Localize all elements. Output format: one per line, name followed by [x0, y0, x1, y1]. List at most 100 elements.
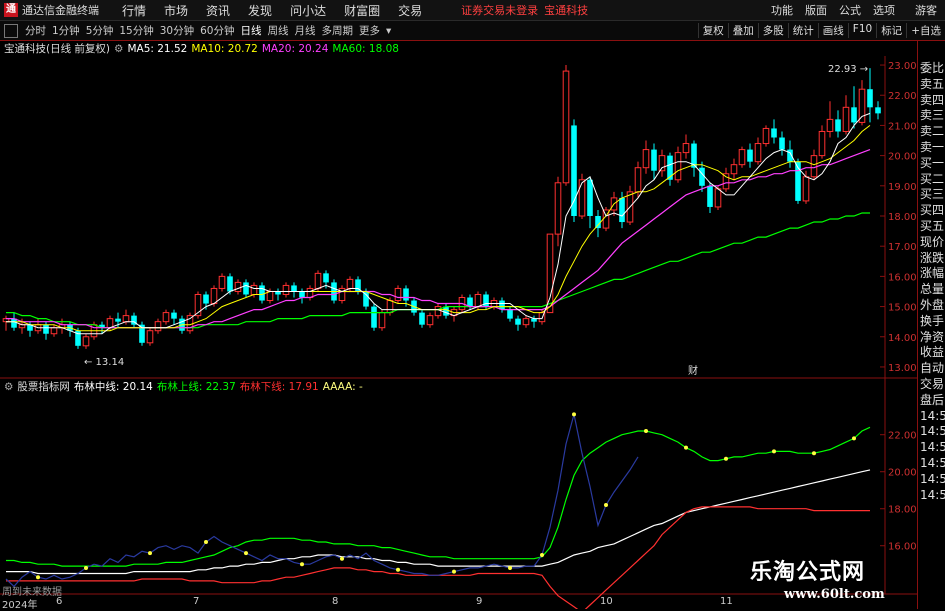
candle-body — [203, 294, 209, 304]
y-tick-label: 14.00 — [888, 333, 917, 344]
x-axis-label: 6 — [56, 596, 63, 607]
aaaa-dot — [604, 503, 608, 508]
candle-body — [554, 182, 562, 235]
panel-item[interactable]: 委比 — [918, 61, 945, 77]
panel-item[interactable]: 买二 — [918, 172, 945, 188]
panel-item[interactable]: 卖二 — [918, 124, 945, 140]
high-price-label: 22.93 → — [828, 64, 868, 75]
candle-body — [634, 167, 642, 193]
panel-item[interactable]: 买五 — [918, 219, 945, 235]
candle-body — [522, 318, 530, 326]
panel-item[interactable]: 盘后 — [918, 393, 945, 409]
panel-item[interactable]: 卖四 — [918, 93, 945, 109]
candle-body — [426, 315, 434, 326]
watermark: 乐淘公式网 www.60lt.com — [742, 552, 920, 609]
aaaa-dot — [396, 567, 400, 572]
watermark-url: www.60lt.com — [784, 587, 885, 602]
panel-item[interactable]: 14:56 — [918, 440, 945, 456]
panel-item[interactable]: 14:56 — [918, 472, 945, 488]
y-tick-label: 20.00 — [888, 468, 917, 479]
candle-body — [619, 197, 625, 223]
aaaa-dot — [772, 449, 776, 454]
panel-item[interactable]: 涨跌 — [918, 251, 945, 267]
candle-body — [106, 318, 114, 329]
panel-item[interactable]: 卖五 — [918, 77, 945, 93]
candle-body — [50, 327, 58, 335]
y-tick-label: 22.00 — [888, 431, 917, 442]
candle-body — [754, 143, 762, 163]
aaaa-dot — [340, 556, 344, 561]
chart-canvas[interactable]: 23.00 22.00 21.00 20.00 19.00 18.00 17.00 16.00… — [0, 0, 945, 609]
panel-item[interactable]: 卖一 — [918, 140, 945, 156]
panel-item[interactable]: 现价 — [918, 235, 945, 251]
panel-item[interactable]: 买四 — [918, 203, 945, 219]
candle-body — [291, 285, 297, 292]
candle-body — [227, 276, 233, 292]
candle-body — [474, 293, 482, 308]
panel-item[interactable]: 14:56 — [918, 409, 945, 425]
candle-body — [667, 155, 673, 180]
aaaa-line — [5, 414, 639, 588]
candle-body — [43, 324, 49, 334]
candle-body — [835, 119, 841, 132]
candle-body — [571, 125, 577, 216]
candle-body — [243, 282, 249, 295]
candle-body — [826, 118, 834, 132]
panel-item[interactable]: 涨幅 — [918, 266, 945, 282]
panel-item[interactable]: 净资 — [918, 330, 945, 346]
x-axis-label: 10 — [600, 596, 613, 607]
y-tick-label: 15.00 — [888, 303, 917, 314]
candle-body — [419, 312, 425, 325]
candle-body — [234, 281, 242, 292]
panel-item[interactable]: 外盘 — [918, 298, 945, 314]
y-tick-label: 18.00 — [888, 212, 917, 223]
panel-item[interactable]: 自动 — [918, 361, 945, 377]
candle-body — [595, 216, 601, 229]
candle-body — [115, 318, 121, 322]
candle-body — [738, 149, 746, 166]
candle-body — [674, 152, 682, 181]
candle-body — [371, 306, 377, 328]
aaaa-dot — [148, 551, 152, 556]
y-tick-label: 16.00 — [888, 272, 917, 283]
candle-body — [875, 107, 881, 114]
low-price-label: ← 13.14 — [84, 357, 124, 368]
panel-item[interactable]: 收益 — [918, 345, 945, 361]
candle-body — [363, 291, 369, 307]
y-tick-label: 21.00 — [888, 121, 917, 132]
aaaa-dot — [540, 552, 544, 557]
candle-body — [507, 309, 513, 319]
candle-body — [146, 330, 154, 344]
x-axis-label: 7 — [193, 596, 200, 607]
candle-body — [642, 149, 650, 169]
panel-item[interactable]: 买三 — [918, 187, 945, 203]
panel-item[interactable]: 换手 — [918, 314, 945, 330]
candle-body — [714, 188, 722, 208]
y-tick-label: 22.00 — [888, 91, 917, 102]
candle-body — [810, 155, 818, 178]
candle-body — [867, 89, 873, 108]
panel-item[interactable]: 买一 — [918, 156, 945, 172]
panel-item[interactable]: 总量 — [918, 282, 945, 298]
aaaa-dot — [452, 569, 456, 574]
candle-body — [386, 300, 394, 314]
candle-body — [779, 137, 785, 150]
boll-mid-line — [6, 469, 871, 575]
panel-item[interactable]: 14:56 — [918, 488, 945, 504]
panel-item[interactable]: 14:56 — [918, 456, 945, 472]
aaaa-dot — [812, 451, 816, 456]
candle-body — [299, 291, 305, 298]
candle-body — [707, 185, 713, 207]
aaaa-dot — [684, 445, 688, 450]
candle-body — [82, 336, 90, 347]
candle-body — [218, 275, 226, 289]
aaaa-dot — [852, 436, 856, 441]
y-tick-label: 17.00 — [888, 242, 917, 253]
candle-body — [266, 290, 274, 302]
panel-item[interactable]: 14:56 — [918, 424, 945, 440]
candle-body — [699, 167, 705, 186]
candle-body — [186, 315, 194, 332]
candle-body — [587, 179, 593, 216]
panel-item[interactable]: 卖三 — [918, 108, 945, 124]
panel-item[interactable]: 交易 — [918, 377, 945, 393]
